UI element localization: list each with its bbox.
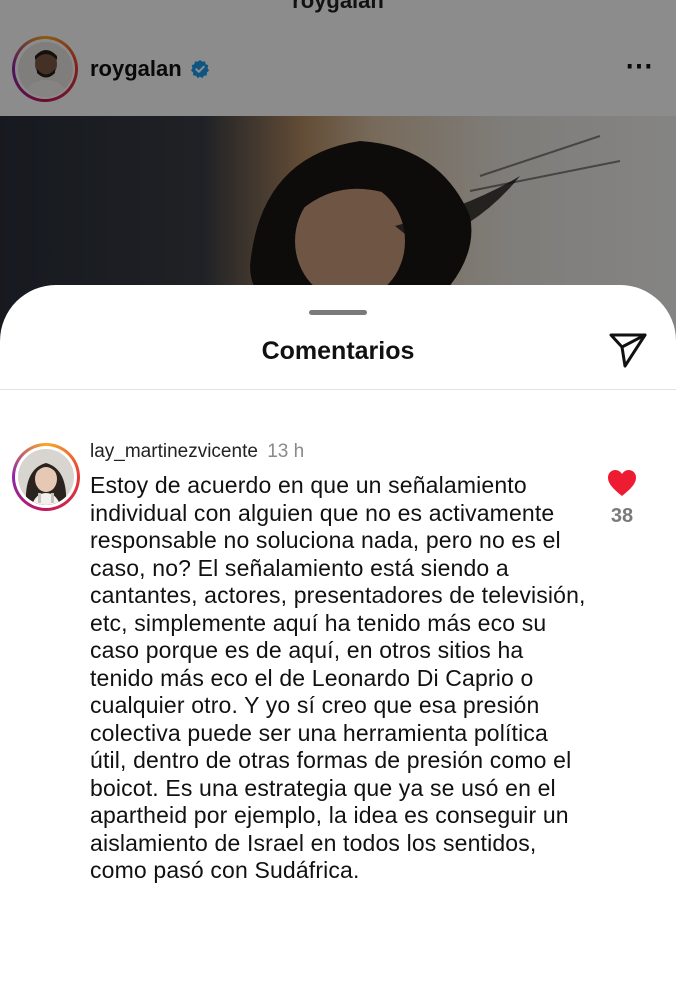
comment-username[interactable]: lay_martinezvicente <box>90 441 258 462</box>
comment-avatar-image <box>18 449 74 505</box>
comment-timestamp: 13 h <box>267 441 305 462</box>
comment-body: lay_martinezvicente 13 h Estoy de acuerd… <box>90 441 590 885</box>
comments-sheet: Comentarios lay_martinezvicente 13 h Est… <box>0 285 676 1000</box>
sheet-drag-handle[interactable] <box>309 310 367 315</box>
comment-like[interactable]: 38 <box>602 469 642 528</box>
sheet-divider <box>0 389 676 390</box>
comment-meta: lay_martinezvicente 13 h <box>90 441 590 463</box>
send-icon[interactable] <box>608 331 648 369</box>
comment-avatar[interactable] <box>12 443 80 511</box>
like-count: 38 <box>610 505 634 527</box>
heart-icon[interactable] <box>607 469 637 497</box>
sheet-title: Comentarios <box>261 337 415 365</box>
comment-text: Estoy de acuerdo en que un señalamiento … <box>90 472 586 883</box>
